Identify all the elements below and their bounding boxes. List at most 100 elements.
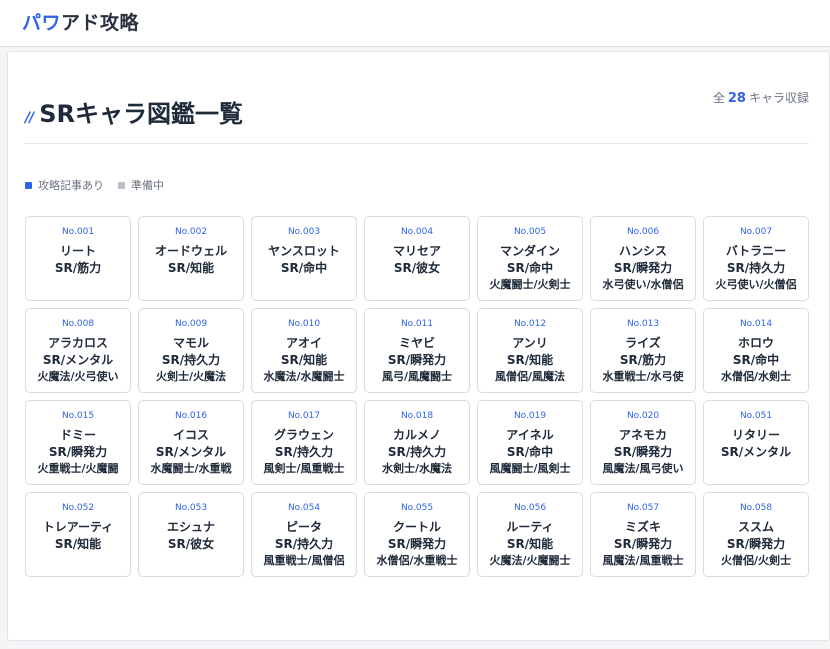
character-name: ドミー bbox=[59, 428, 96, 442]
content-panel: // SRキャラ図鑑一覧 全 28 キャラ収録 攻略記事あり 準備中 No.001 リ… bbox=[7, 51, 830, 641]
character-type: SR/彼女 bbox=[393, 261, 441, 275]
character-name: アラカロス bbox=[47, 336, 108, 350]
character-job: 火魔闘士/火剣士 bbox=[489, 278, 571, 291]
character-name: ライズ bbox=[625, 336, 661, 350]
character-card[interactable]: No.058 ススム SR/瞬発力 火僧侶/火剣士 bbox=[703, 492, 809, 577]
character-name: ミヤビ bbox=[398, 336, 435, 350]
character-type: SR/彼女 bbox=[167, 537, 215, 551]
page-title-text: SRキャラ図鑑一覧 bbox=[39, 100, 243, 128]
character-card[interactable]: No.004 マリセア SR/彼女 bbox=[364, 216, 470, 301]
character-card[interactable]: No.013 ライズ SR/筋力 水重戦士/水弓使 bbox=[590, 308, 696, 393]
character-type: SR/知能 bbox=[167, 261, 215, 275]
character-card[interactable]: No.055 クートル SR/瞬発力 水僧侶/水重戦士 bbox=[364, 492, 470, 577]
site-logo[interactable]: パワアド攻略 bbox=[22, 8, 139, 35]
character-name: ミズキ bbox=[624, 520, 661, 534]
character-name: アンリ bbox=[512, 336, 548, 350]
character-card[interactable]: No.053 エシュナ SR/彼女 bbox=[138, 492, 244, 577]
character-card[interactable]: No.017 グラウェン SR/持久力 風剣士/風重戦士 bbox=[251, 400, 357, 485]
character-number: No.011 bbox=[400, 319, 434, 329]
character-job: 風僧侶/風魔法 bbox=[494, 370, 566, 383]
character-number: No.019 bbox=[513, 411, 547, 421]
character-number: No.055 bbox=[400, 503, 434, 513]
character-type: SR/メンタル bbox=[720, 445, 792, 459]
character-type: SR/瞬発力 bbox=[613, 261, 673, 275]
character-card[interactable]: No.012 アンリ SR/知能 風僧侶/風魔法 bbox=[477, 308, 583, 393]
character-number: No.056 bbox=[513, 503, 547, 513]
character-card[interactable]: No.001 リート SR/筋力 bbox=[25, 216, 131, 301]
character-number: No.004 bbox=[400, 227, 434, 237]
character-card[interactable]: No.002 オードウェル SR/知能 bbox=[138, 216, 244, 301]
character-type: SR/瞬発力 bbox=[387, 353, 447, 367]
character-name: ピータ bbox=[285, 520, 322, 534]
character-card[interactable]: No.016 イコス SR/メンタル 水魔闘士/水重戦 bbox=[138, 400, 244, 485]
character-job: 水重戦士/水弓使 bbox=[602, 370, 684, 383]
character-number: No.054 bbox=[287, 503, 321, 513]
character-number: No.020 bbox=[626, 411, 660, 421]
character-type: SR/知能 bbox=[54, 537, 102, 551]
character-card[interactable]: No.008 アラカロス SR/メンタル 火魔法/火弓使い bbox=[25, 308, 131, 393]
character-number: No.016 bbox=[174, 411, 208, 421]
character-card[interactable]: No.052 トレアーティ SR/知能 bbox=[25, 492, 131, 577]
legend-square-icon-blue bbox=[25, 181, 32, 189]
character-card[interactable]: No.018 カルメノ SR/持久力 水剣士/水魔法 bbox=[364, 400, 470, 485]
character-card[interactable]: No.057 ミズキ SR/瞬発力 風魔法/風重戦士 bbox=[590, 492, 696, 577]
character-type: SR/知能 bbox=[506, 353, 554, 367]
character-number: No.013 bbox=[626, 319, 660, 329]
character-name: ススム bbox=[737, 520, 774, 534]
character-type: SR/メンタル bbox=[42, 353, 114, 367]
character-number: No.018 bbox=[400, 411, 434, 421]
character-type: SR/命中 bbox=[732, 353, 780, 367]
character-count: 全 28 キャラ収録 bbox=[713, 89, 809, 106]
page-title: // SRキャラ図鑑一覧 bbox=[25, 94, 243, 129]
character-type: SR/持久力 bbox=[274, 537, 334, 551]
count-prefix: 全 bbox=[712, 91, 725, 105]
character-card[interactable]: No.006 ハンシス SR/瞬発力 水弓使い/水僧侶 bbox=[590, 216, 696, 301]
character-card[interactable]: No.003 ヤンスロット SR/命中 bbox=[251, 216, 357, 301]
count-suffix: キャラ収録 bbox=[748, 91, 809, 105]
character-name: マンダイン bbox=[499, 244, 560, 258]
top-bar: パワアド攻略 bbox=[0, 0, 830, 47]
character-job: 風重戦士/風僧侶 bbox=[263, 554, 345, 567]
character-job: 風魔法/風弓使い bbox=[602, 462, 684, 475]
character-card[interactable]: No.054 ピータ SR/持久力 風重戦士/風僧侶 bbox=[251, 492, 357, 577]
character-card[interactable]: No.005 マンダイン SR/命中 火魔闘士/火剣士 bbox=[477, 216, 583, 301]
character-name: ヤンスロット bbox=[268, 244, 340, 258]
character-job: 火弓使い/火僧侶 bbox=[715, 278, 797, 291]
character-name: イコス bbox=[172, 428, 209, 442]
character-name: グラウェン bbox=[273, 428, 334, 442]
character-number: No.017 bbox=[287, 411, 321, 421]
character-job: 水魔闘士/水重戦 bbox=[150, 462, 232, 475]
legend-item-available: 攻略記事あり bbox=[25, 177, 104, 193]
character-type: SR/命中 bbox=[506, 445, 554, 459]
character-name: エシュナ bbox=[166, 520, 215, 534]
character-card[interactable]: No.019 アイネル SR/命中 風魔闘士/風剣士 bbox=[477, 400, 583, 485]
character-card[interactable]: No.056 ルーティ SR/知能 火魔法/火魔闘士 bbox=[477, 492, 583, 577]
character-card[interactable]: No.014 ホロウ SR/命中 水僧侶/水剣士 bbox=[703, 308, 809, 393]
character-number: No.002 bbox=[174, 227, 208, 237]
character-name: ルーティ bbox=[506, 520, 554, 534]
character-name: バトラニー bbox=[725, 244, 787, 258]
character-card[interactable]: No.051 リタリー SR/メンタル bbox=[703, 400, 809, 485]
character-number: No.052 bbox=[61, 503, 95, 513]
character-type: SR/知能 bbox=[280, 353, 328, 367]
character-type: SR/持久力 bbox=[274, 445, 334, 459]
character-type: SR/メンタル bbox=[155, 445, 227, 459]
character-name: アネモカ bbox=[618, 428, 667, 442]
character-card[interactable]: No.015 ドミー SR/瞬発力 火重戦士/火魔闘 bbox=[25, 400, 131, 485]
character-card[interactable]: No.009 マモル SR/持久力 火剣士/火魔法 bbox=[138, 308, 244, 393]
count-value: 28 bbox=[727, 91, 746, 106]
character-number: No.057 bbox=[626, 503, 660, 513]
character-type: SR/筋力 bbox=[54, 261, 102, 275]
character-number: No.051 bbox=[739, 411, 773, 421]
character-card[interactable]: No.011 ミヤビ SR/瞬発力 風弓/風魔闘士 bbox=[364, 308, 470, 393]
character-number: No.008 bbox=[61, 319, 95, 329]
character-job: 火僧侶/火剣士 bbox=[720, 554, 792, 567]
character-job: 水弓使い/水僧侶 bbox=[602, 278, 684, 291]
character-card[interactable]: No.020 アネモカ SR/瞬発力 風魔法/風弓使い bbox=[590, 400, 696, 485]
character-card[interactable]: No.010 アオイ SR/知能 水魔法/水魔闘士 bbox=[251, 308, 357, 393]
character-card[interactable]: No.007 バトラニー SR/持久力 火弓使い/火僧侶 bbox=[703, 216, 809, 301]
character-type: SR/命中 bbox=[506, 261, 554, 275]
character-type: SR/持久力 bbox=[387, 445, 447, 459]
character-name: カルメノ bbox=[392, 428, 441, 442]
character-type: SR/命中 bbox=[280, 261, 328, 275]
